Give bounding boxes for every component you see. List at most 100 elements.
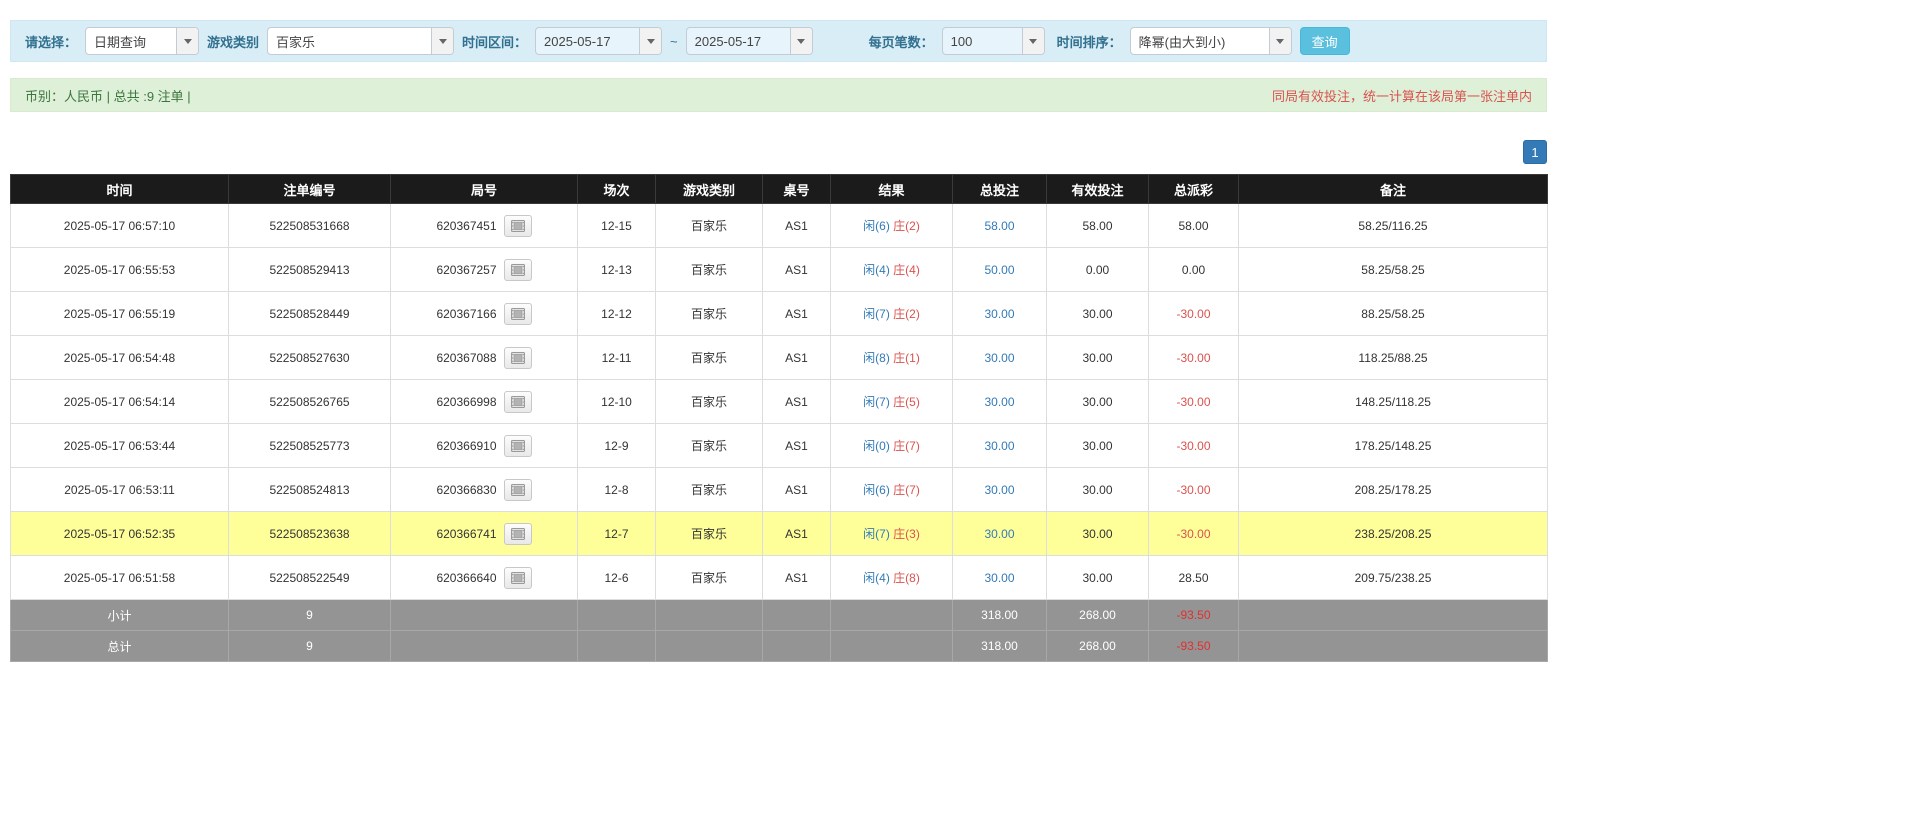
chevron-down-icon[interactable] (789, 28, 812, 54)
table-row: 2025-05-17 06:53:44 522508525773 620366910… (10, 423, 1548, 468)
time-sort-value: 降幂(由大到小) (1138, 34, 1226, 50)
footer-empty-cell (577, 630, 656, 662)
chevron-down-icon[interactable] (639, 28, 662, 54)
video-replay-button[interactable] (503, 258, 532, 281)
cell-payout: -30.00 (1148, 379, 1239, 424)
cell-remark: 238.25/208.25 (1238, 511, 1548, 556)
cell-game-type: 百家乐 (655, 555, 763, 600)
cell-total-bet[interactable]: 30.00 (952, 291, 1047, 336)
video-replay-button[interactable] (503, 214, 532, 237)
cell-bet-id: 522508531668 (228, 203, 391, 248)
cell-valid-bet: 58.00 (1046, 203, 1149, 248)
page-size-label: 每页笔数： (868, 34, 934, 50)
chevron-down-icon[interactable] (1021, 28, 1044, 54)
cell-bet-id: 522508529413 (228, 247, 391, 292)
footer-total-bet: 318.00 (952, 630, 1047, 662)
cell-session: 12-7 (577, 511, 656, 556)
date-to-select[interactable]: 2025-05-17 (685, 27, 813, 55)
game-type-value: 百家乐 (276, 34, 316, 50)
result-player: 闲(7) (863, 307, 890, 321)
cell-result: 闲(7) 庄(5) (830, 379, 953, 424)
table-row: 2025-05-17 06:57:10 522508531668 620367451… (10, 203, 1548, 248)
cell-round: 620366998 (390, 379, 578, 424)
cell-bet-id: 522508526765 (228, 379, 391, 424)
cell-time: 2025-05-17 06:53:44 (10, 423, 229, 468)
table-row: 2025-05-17 06:52:35 522508523638 620366741… (10, 511, 1548, 556)
column-header: 注单编号 (228, 174, 391, 204)
table-row: 2025-05-17 06:55:19 522508528449 620367166… (10, 291, 1548, 336)
cell-table-number: AS1 (762, 379, 831, 424)
query-type-select[interactable]: 日期查询 (85, 27, 200, 55)
video-replay-button[interactable] (503, 522, 532, 545)
valid-bet-notice: 同局有效投注，统一计算在该局第一张注单内 (1271, 88, 1532, 104)
video-replay-icon (510, 307, 525, 320)
video-replay-button[interactable] (503, 478, 532, 501)
chevron-down-icon[interactable] (1268, 28, 1291, 54)
game-type-select[interactable]: 百家乐 (267, 27, 455, 55)
video-replay-icon (510, 263, 525, 276)
video-replay-button[interactable] (503, 346, 532, 369)
video-replay-button[interactable] (503, 566, 532, 589)
cell-result: 闲(7) 庄(2) (830, 291, 953, 336)
cell-remark: 58.25/116.25 (1238, 203, 1548, 248)
video-replay-icon (510, 483, 525, 496)
cell-total-bet[interactable]: 58.00 (952, 203, 1047, 248)
cell-total-bet[interactable]: 30.00 (952, 335, 1047, 380)
result-banker: 庄(7) (893, 439, 920, 453)
page-size-select[interactable]: 100 (941, 27, 1045, 55)
cell-round: 620367166 (390, 291, 578, 336)
footer-valid-bet: 268.00 (1046, 630, 1149, 662)
cell-bet-id: 522508522549 (228, 555, 391, 600)
cell-session: 12-10 (577, 379, 656, 424)
result-banker: 庄(2) (893, 307, 920, 321)
column-header: 总投注 (952, 174, 1047, 204)
footer-empty-cell (1238, 630, 1548, 662)
round-number: 620366910 (436, 438, 497, 453)
cell-time: 2025-05-17 06:54:48 (10, 335, 229, 380)
video-replay-button[interactable] (503, 434, 532, 457)
round-number: 620367257 (436, 262, 497, 277)
cell-total-bet[interactable]: 30.00 (952, 423, 1047, 468)
cell-remark: 148.25/118.25 (1238, 379, 1548, 424)
cell-total-bet[interactable]: 30.00 (952, 467, 1047, 512)
video-replay-icon (510, 219, 525, 232)
cell-table-number: AS1 (762, 203, 831, 248)
chevron-down-icon[interactable] (431, 28, 454, 54)
round-number: 620366998 (436, 394, 497, 409)
video-replay-button[interactable] (503, 390, 532, 413)
cell-result: 闲(0) 庄(7) (830, 423, 953, 468)
footer-empty-cell (390, 599, 578, 631)
footer-empty-cell (1238, 599, 1548, 631)
date-from-select[interactable]: 2025-05-17 (535, 27, 663, 55)
cell-game-type: 百家乐 (655, 511, 763, 556)
cell-valid-bet: 30.00 (1046, 379, 1149, 424)
cell-time: 2025-05-17 06:57:10 (10, 203, 229, 248)
cell-total-bet[interactable]: 30.00 (952, 511, 1047, 556)
cell-valid-bet: 30.00 (1046, 511, 1149, 556)
cell-valid-bet: 0.00 (1046, 247, 1149, 292)
query-type-value: 日期查询 (94, 34, 147, 50)
cell-table-number: AS1 (762, 511, 831, 556)
footer-label: 小计 (10, 599, 229, 631)
column-header: 场次 (577, 174, 656, 204)
cell-total-bet[interactable]: 30.00 (952, 379, 1047, 424)
chevron-down-icon[interactable] (176, 28, 199, 54)
date-from-value: 2025-05-17 (544, 33, 611, 49)
result-player: 闲(4) (863, 263, 890, 277)
time-sort-select[interactable]: 降幂(由大到小) (1129, 27, 1292, 55)
cell-result: 闲(4) 庄(8) (830, 555, 953, 600)
cell-valid-bet: 30.00 (1046, 423, 1149, 468)
cell-session: 12-6 (577, 555, 656, 600)
cell-table-number: AS1 (762, 555, 831, 600)
video-replay-button[interactable] (503, 302, 532, 325)
query-button[interactable]: 查询 (1299, 27, 1350, 55)
cell-table-number: AS1 (762, 247, 831, 292)
result-banker: 庄(7) (893, 483, 920, 497)
cell-game-type: 百家乐 (655, 247, 763, 292)
cell-remark: 208.25/178.25 (1238, 467, 1548, 512)
footer-payout: -93.50 (1148, 630, 1239, 662)
page-button-1[interactable]: 1 (1523, 140, 1547, 164)
summary-bar: 币别：人民币 | 总共 :9 注单 | 同局有效投注，统一计算在该局第一张注单内 (10, 78, 1547, 112)
cell-total-bet[interactable]: 50.00 (952, 247, 1047, 292)
cell-total-bet[interactable]: 30.00 (952, 555, 1047, 600)
